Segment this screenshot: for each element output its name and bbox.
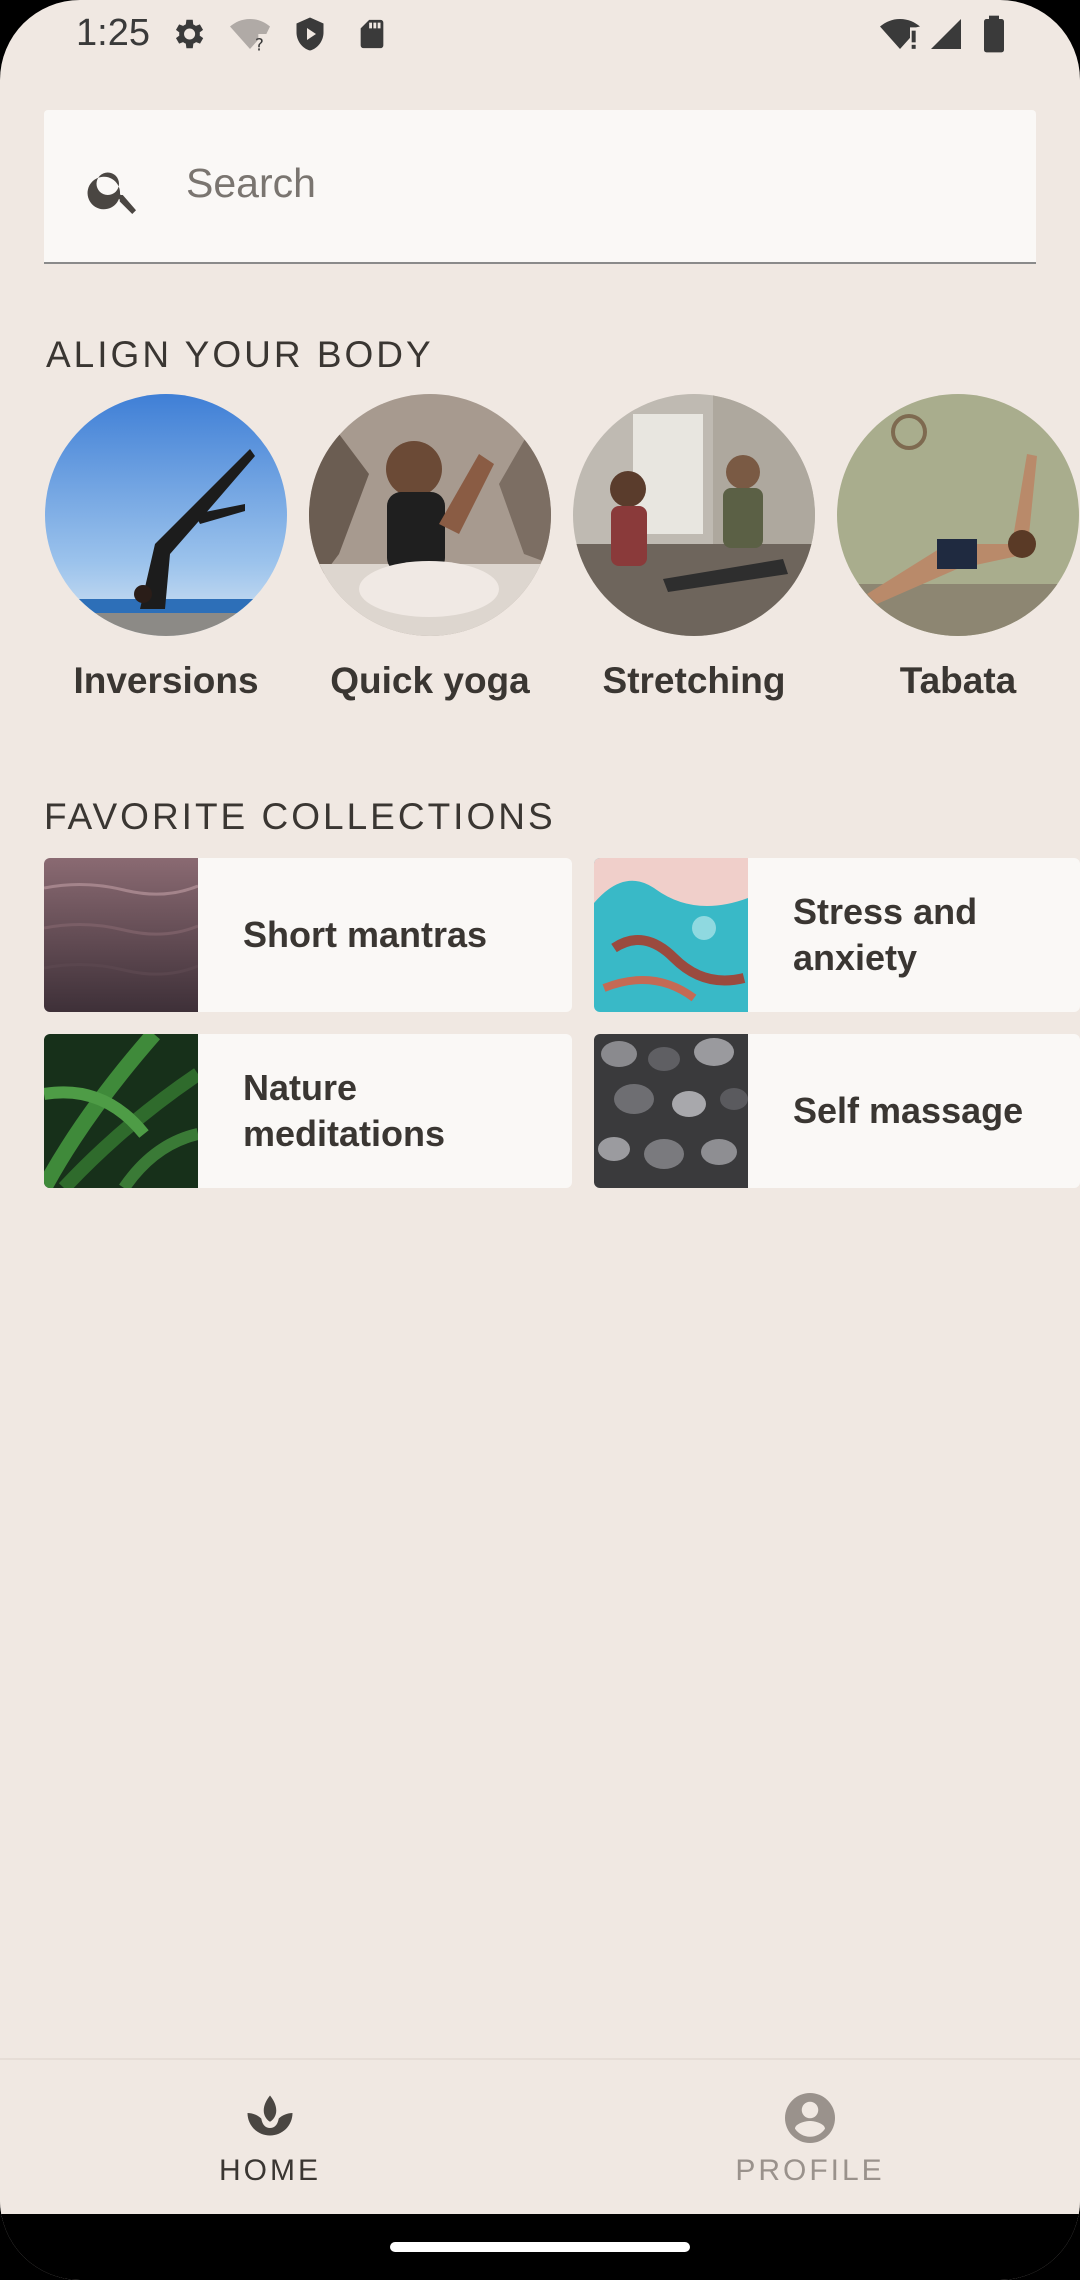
lotus-icon [240,2088,300,2148]
search-field[interactable]: Search [44,110,1036,264]
screen: 1:25 ? Search ALIGN YOUR BODY Inversions… [0,0,1080,2280]
align-item-label: Inversions [73,660,259,701]
align-item-stretching[interactable]: Stretching [572,394,816,702]
self-massage-image [594,1034,748,1188]
search-placeholder: Search [186,160,316,206]
nav-label-home: HOME [219,2154,321,2187]
collection-card-nature-meditations[interactable]: Nature meditations [44,1034,572,1188]
search-icon [84,160,144,220]
battery-icon [974,14,1014,54]
align-item-label: Tabata [899,660,1017,701]
collection-card-label: Stress and anxiety [793,891,978,978]
cell-signal-icon [926,14,966,54]
status-time: 1:25 [76,12,150,54]
align-item-tabata[interactable]: Tabata [836,394,1080,702]
home-gesture-handle[interactable] [390,2242,690,2252]
align-item-label: Quick yoga [330,660,530,701]
quick-yoga-image [309,394,551,636]
align-item-quick-yoga[interactable]: Quick yoga [308,394,552,702]
status-bar: 1:25 ? [0,0,1080,70]
align-section-title: ALIGN YOUR BODY [46,334,434,375]
stress-and-anxiety-image [594,858,748,1012]
wifi-question-icon: ? [230,14,270,54]
svg-text:?: ? [255,36,264,54]
collection-card-self-massage[interactable]: Self massage [594,1034,1080,1188]
gear-icon [168,14,208,54]
bottom-navigation: HOME PROFILE [0,2058,1080,2214]
align-item-inversions[interactable]: Inversions [44,394,288,702]
sd-card-icon [352,14,392,54]
nature-meditations-image [44,1034,202,1188]
shield-play-icon [290,14,330,54]
collection-card-short-mantras[interactable]: Short mantras [44,858,572,1012]
inversions-image [45,394,287,636]
collections-section-title: FAVORITE COLLECTIONS [44,796,556,837]
collection-card-label: Nature meditations [243,1067,446,1154]
tabata-image [837,394,1079,636]
collection-card-label: Short mantras [243,914,488,955]
align-item-label: Stretching [602,660,786,701]
short-mantras-image [44,858,199,1012]
account-circle-icon [780,2088,840,2148]
nav-item-home[interactable]: HOME [150,2088,390,2188]
wifi-alert-icon [880,14,920,54]
nav-label-profile: PROFILE [735,2154,885,2187]
gesture-bar [0,2214,1080,2280]
nav-item-profile[interactable]: PROFILE [690,2088,930,2188]
stretching-image [573,394,815,636]
collection-card-stress-and-anxiety[interactable]: Stress and anxiety [594,858,1080,1012]
collection-card-label: Self massage [793,1090,1024,1131]
